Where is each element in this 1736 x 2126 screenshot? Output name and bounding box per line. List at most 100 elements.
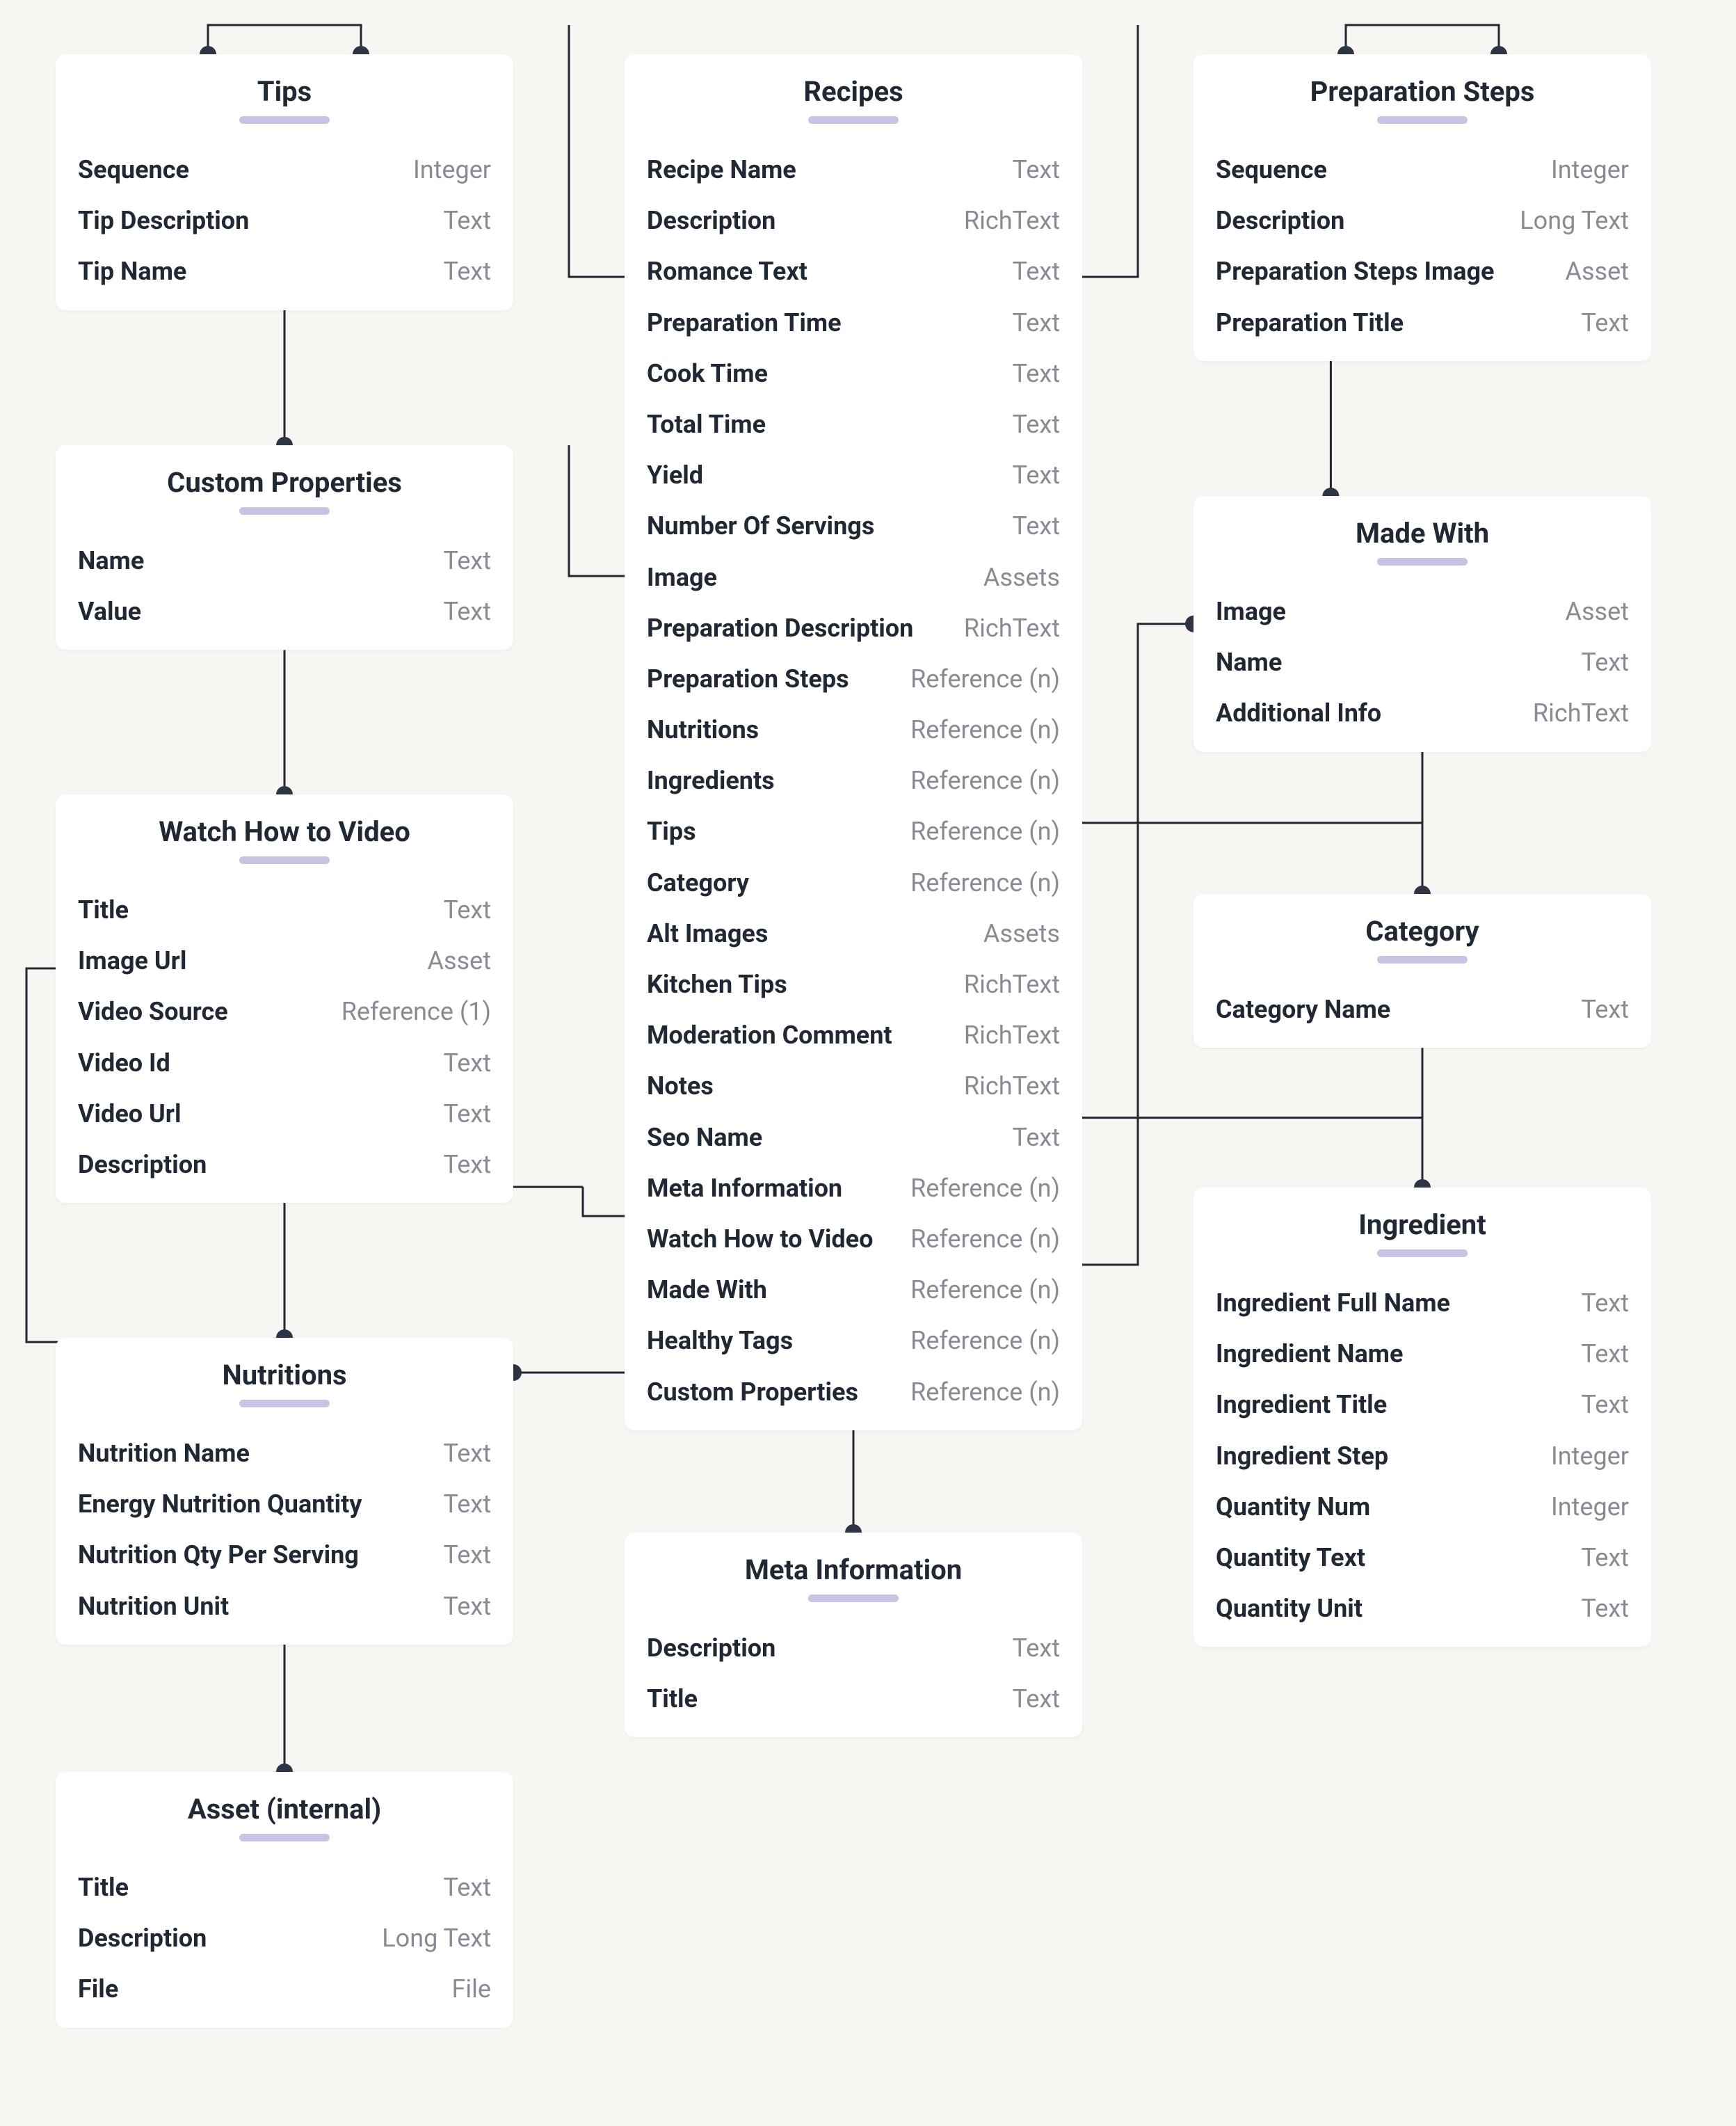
entity-asset-internal[interactable]: Asset (internal)TitleTextDescriptionLong…: [56, 1772, 513, 2028]
field-name: Preparation Steps: [647, 664, 849, 694]
entity-nutritions[interactable]: NutritionsNutrition NameTextEnergy Nutri…: [56, 1338, 513, 1645]
field-type: Text: [1582, 1594, 1629, 1624]
connector-line: [26, 968, 59, 1342]
entity-recipes[interactable]: RecipesRecipe NameTextDescriptionRichTex…: [625, 54, 1082, 1430]
entity-handle-bar: [1377, 558, 1468, 566]
field-row: Nutritions Reference (n): [647, 705, 1060, 756]
field-row: Kitchen TipsRichText: [647, 959, 1060, 1010]
entity-handle-bar: [1377, 1249, 1468, 1257]
field-name: Image: [647, 563, 717, 593]
field-row: Quantity NumInteger: [1216, 1482, 1629, 1533]
field-name: Preparation Steps Image: [1216, 257, 1495, 287]
field-name: Quantity Text: [1216, 1543, 1365, 1573]
field-row: Ingredient Name Text: [1216, 1329, 1629, 1380]
field-name: Alt Images: [647, 919, 768, 949]
connector-endpoint: [513, 1364, 522, 1381]
field-row: Romance TextText: [647, 246, 1060, 297]
connector-endpoint: [276, 786, 293, 794]
field-name: Custom Properties: [647, 1377, 858, 1407]
field-name: Sequence: [1216, 155, 1327, 185]
connector-endpoint: [276, 1329, 293, 1338]
field-row: Preparation DescriptionRichText: [647, 603, 1060, 654]
field-row: Sequence Integer: [78, 145, 491, 195]
entity-handle-bar: [239, 856, 330, 864]
field-type: Long Text: [1520, 206, 1629, 236]
entity-made-with[interactable]: Made WithImageAssetNameTextAdditional In…: [1194, 496, 1651, 752]
field-name: Quantity Num: [1216, 1492, 1370, 1522]
entity-custom-properties[interactable]: Custom PropertiesNameTextValueText: [56, 445, 513, 650]
field-name: Sequence: [78, 155, 189, 185]
connector-endpoint: [1185, 616, 1194, 632]
entity-handle-bar: [808, 1594, 899, 1602]
field-type: Assets: [983, 919, 1060, 949]
field-type: Integer: [1551, 1441, 1629, 1471]
field-type: Reference (n): [910, 766, 1060, 796]
field-name: Notes: [647, 1071, 714, 1101]
field-row: Watch How to VideoReference (n): [647, 1214, 1060, 1265]
connector-endpoint: [200, 46, 216, 54]
field-name: Title: [78, 1873, 129, 1903]
field-row: Alt Images Assets: [647, 909, 1060, 959]
field-type: Reference (n): [910, 1224, 1060, 1254]
field-name: Ingredient Full Name: [1216, 1288, 1450, 1318]
field-name: Made With: [647, 1275, 767, 1305]
entity-category[interactable]: CategoryCategory NameText: [1194, 894, 1651, 1048]
field-type: RichText: [1533, 698, 1629, 728]
connector-line: [208, 25, 361, 54]
connector-endpoint: [276, 437, 293, 445]
entity-tips[interactable]: TipsSequenceIntegerTip DescriptionTextTi…: [56, 54, 513, 310]
field-row: Additional Info RichText: [1216, 688, 1629, 739]
entity-ingredient[interactable]: IngredientIngredient Full NameTextIngred…: [1194, 1188, 1651, 1647]
field-name: Seo Name: [647, 1123, 762, 1153]
field-name: Description: [647, 1633, 775, 1663]
entity-handle-bar: [239, 1834, 330, 1841]
connector-endpoint: [353, 46, 369, 54]
field-row: IngredientsReference (n): [647, 756, 1060, 806]
field-name: Title: [78, 895, 129, 925]
field-name: Additional Info: [1216, 698, 1381, 728]
field-name: Video Source: [78, 997, 228, 1027]
field-name: Ingredient Name: [1216, 1339, 1403, 1369]
entity-handle-bar: [808, 116, 899, 124]
field-name: Description: [647, 206, 775, 236]
field-name: Tips: [647, 817, 696, 847]
field-row: Tip DescriptionText: [78, 195, 491, 246]
entity-preparation-steps[interactable]: Preparation StepsSequenceIntegerDescript…: [1194, 54, 1651, 361]
field-type: Text: [444, 206, 491, 236]
field-type: Text: [444, 1540, 491, 1570]
field-type: RichText: [964, 206, 1060, 236]
field-type: Asset: [427, 946, 491, 976]
field-row: Number Of ServingsText: [647, 501, 1060, 552]
field-type: Text: [444, 1439, 491, 1469]
field-type: Reference (n): [910, 1174, 1060, 1204]
entity-handle-bar: [239, 1400, 330, 1407]
field-name: Category: [647, 868, 749, 898]
field-name: Description: [1216, 206, 1344, 236]
field-name: Value: [78, 597, 141, 627]
field-type: Reference (n): [910, 817, 1060, 847]
field-row: YieldText: [647, 450, 1060, 501]
field-row: Made WithReference (n): [647, 1265, 1060, 1316]
field-type: Text: [1582, 1339, 1629, 1369]
field-name: Nutritions: [647, 715, 759, 745]
entity-title: Preparation Steps: [1216, 75, 1629, 108]
field-row: Image UrlAsset: [78, 936, 491, 986]
field-row: Category NameText: [1216, 984, 1629, 1035]
field-type: Reference (n): [910, 715, 1060, 745]
field-row: ImageAsset: [1216, 586, 1629, 637]
field-row: Description RichText: [647, 195, 1060, 246]
field-name: Healthy Tags: [647, 1326, 793, 1356]
field-type: Integer: [413, 155, 491, 185]
entity-watch-how-to-video[interactable]: Watch How to VideoTitleTextImage UrlAsse…: [56, 794, 513, 1203]
field-type: Text: [1582, 995, 1629, 1025]
field-row: FileFile: [78, 1964, 491, 2015]
field-row: Preparation StepsReference (n): [647, 654, 1060, 705]
field-row: TitleText: [78, 1862, 491, 1913]
field-row: Nutrition Qty Per ServingText: [78, 1530, 491, 1581]
field-row: Description Long Text: [1216, 195, 1629, 246]
entity-meta-information[interactable]: Meta InformationDescriptionTextTitleText: [625, 1533, 1082, 1737]
field-name: Meta Information: [647, 1174, 842, 1204]
connector-line: [569, 445, 625, 576]
entity-title: Nutritions: [78, 1359, 491, 1391]
field-type: Text: [1013, 257, 1060, 287]
